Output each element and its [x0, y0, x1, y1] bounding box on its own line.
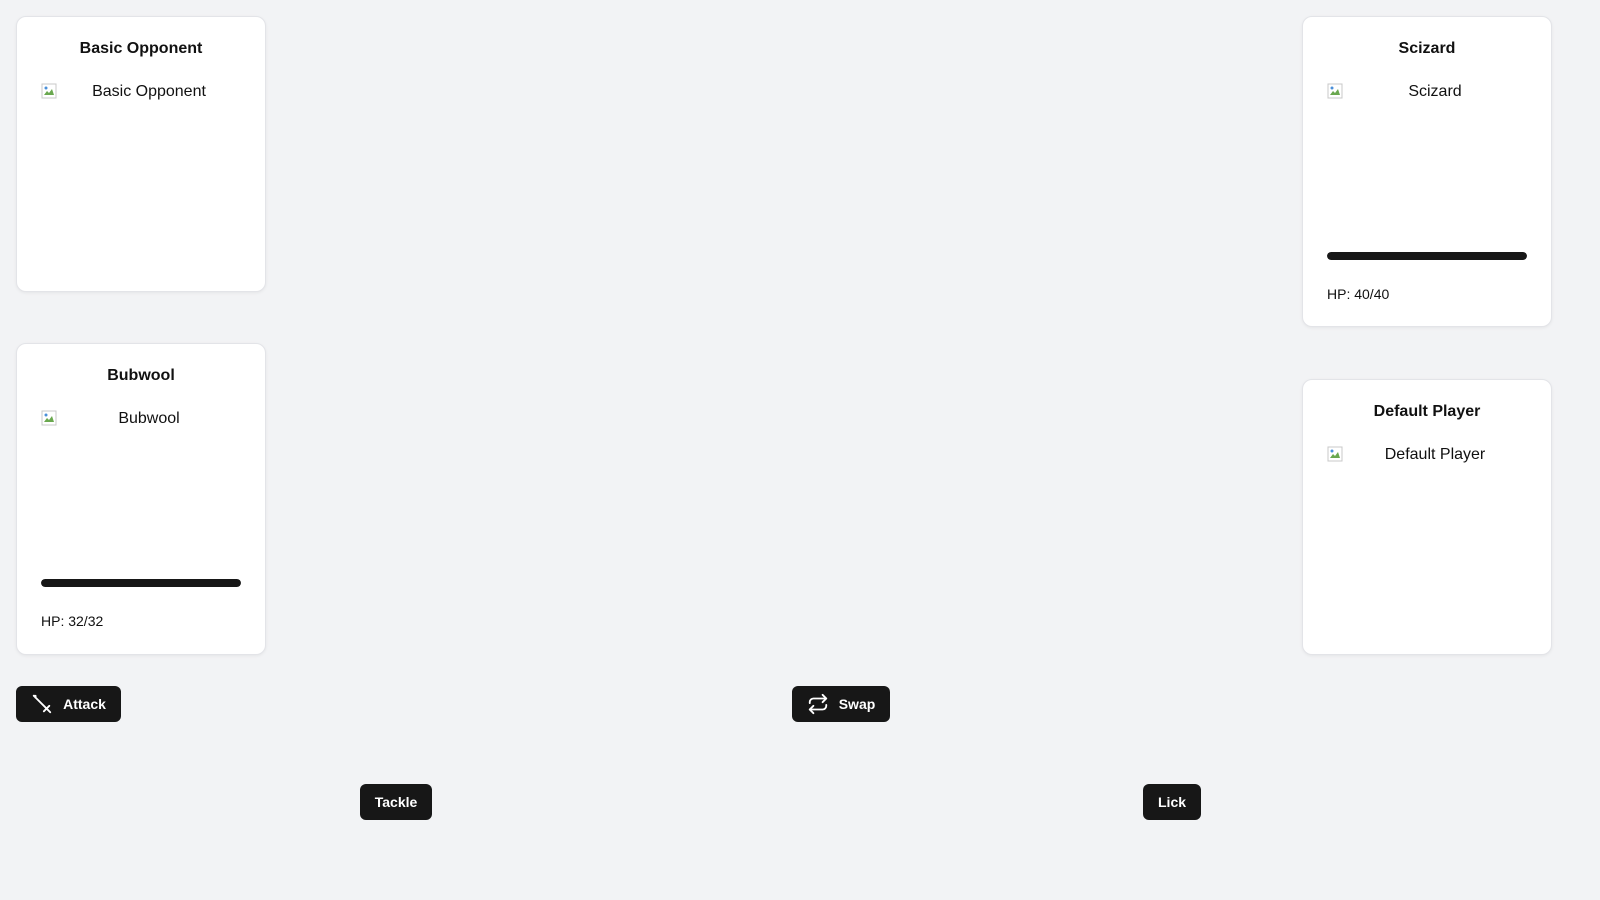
- move-button-tackle[interactable]: Tackle: [360, 784, 432, 820]
- opponent-trainer-image: Basic Opponent: [41, 83, 241, 105]
- attack-button[interactable]: Attack: [16, 686, 121, 722]
- broken-image-icon: [41, 410, 57, 426]
- broken-image-icon: [1327, 446, 1343, 462]
- player-trainer-name: Default Player: [1373, 403, 1481, 420]
- opponent-trainer-image-alt: Basic Opponent: [92, 83, 206, 100]
- opponent-monster-card: Bubwool Bubwool HP: 32/32: [16, 343, 266, 655]
- player-monster-hp-text: HP: 40/40: [1327, 286, 1390, 302]
- swap-arrows-icon: [807, 693, 829, 715]
- swap-button[interactable]: Swap: [792, 686, 890, 722]
- attack-button-label: Attack: [63, 696, 106, 712]
- opponent-monster-image: Bubwool: [41, 410, 241, 432]
- swap-button-label: Swap: [838, 696, 876, 712]
- opponent-trainer-card: Basic Opponent Basic Opponent: [16, 16, 266, 292]
- player-trainer-card: Default Player Default Player: [1302, 379, 1552, 655]
- broken-image-icon: [41, 83, 57, 99]
- opponent-monster-name: Bubwool: [107, 367, 175, 384]
- player-monster-image-alt: Scizard: [1408, 83, 1462, 100]
- move-button-lick[interactable]: Lick: [1143, 784, 1201, 820]
- player-monster-card: Scizard Scizard HP: 40/40: [1302, 16, 1552, 327]
- opponent-monster-hp-text: HP: 32/32: [41, 613, 104, 629]
- broken-image-icon: [1327, 83, 1343, 99]
- player-trainer-image-alt: Default Player: [1384, 446, 1486, 463]
- player-monster-hp-fill: [1327, 252, 1527, 260]
- player-trainer-image: Default Player: [1327, 446, 1527, 468]
- sword-icon: [31, 693, 53, 715]
- opponent-trainer-name: Basic Opponent: [79, 40, 203, 57]
- player-monster-name: Scizard: [1398, 40, 1456, 57]
- opponent-monster-hp-bar: [41, 579, 241, 587]
- player-monster-image: Scizard: [1327, 83, 1527, 105]
- opponent-monster-hp-fill: [41, 579, 241, 587]
- player-monster-hp-bar: [1327, 252, 1527, 260]
- opponent-monster-image-alt: Bubwool: [118, 410, 180, 427]
